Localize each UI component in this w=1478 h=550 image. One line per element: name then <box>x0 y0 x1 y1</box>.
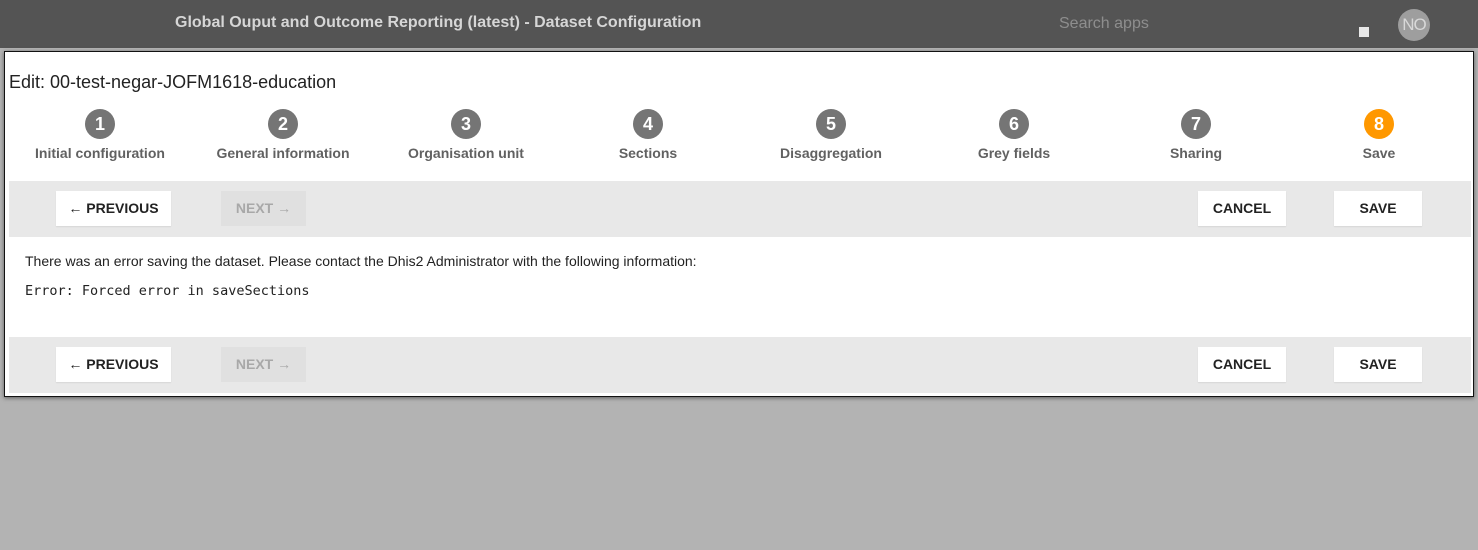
top-action-bar: ← PREVIOUS NEXT → CANCEL SAVE <box>9 181 1471 237</box>
step-label: General information <box>216 145 350 161</box>
cancel-button[interactable]: CANCEL <box>1198 347 1286 382</box>
step-number-badge: 7 <box>1181 109 1211 139</box>
step-label: Sections <box>618 145 678 161</box>
step-save[interactable]: 8 Save <box>1288 109 1470 161</box>
step-label: Organisation unit <box>408 145 524 161</box>
step-number-badge: 1 <box>85 109 115 139</box>
step-sharing[interactable]: 7 Sharing <box>1105 109 1287 161</box>
previous-button[interactable]: ← PREVIOUS <box>56 191 171 226</box>
step-label: Sharing <box>1169 145 1223 161</box>
step-organisation-unit[interactable]: 3 Organisation unit <box>375 109 557 161</box>
step-disaggregation[interactable]: 5 Disaggregation <box>740 109 922 161</box>
wizard-stepper: 1 Initial configuration 2 General inform… <box>9 109 1471 167</box>
cancel-button[interactable]: CANCEL <box>1198 191 1286 226</box>
app-title: Global Ouput and Outcome Reporting (late… <box>175 14 702 31</box>
step-grey-fields[interactable]: 6 Grey fields <box>923 109 1105 161</box>
user-avatar[interactable]: NO <box>1398 9 1430 41</box>
apps-menu-icon[interactable] <box>1359 27 1369 37</box>
step-label: Initial configuration <box>35 145 165 161</box>
save-button[interactable]: SAVE <box>1334 191 1422 226</box>
save-button[interactable]: SAVE <box>1334 347 1422 382</box>
step-number-badge: 4 <box>633 109 663 139</box>
bottom-action-bar: ← PREVIOUS NEXT → CANCEL SAVE <box>9 337 1471 393</box>
step-number-badge: 8 <box>1364 109 1394 139</box>
previous-button[interactable]: ← PREVIOUS <box>56 347 171 382</box>
error-detail: Error: Forced error in saveSections <box>25 283 310 299</box>
step-label: Save <box>1362 145 1396 161</box>
error-message: There was an error saving the dataset. P… <box>25 253 697 269</box>
next-button[interactable]: NEXT → <box>221 191 306 226</box>
step-label: Grey fields <box>977 145 1051 161</box>
step-number-badge: 6 <box>999 109 1029 139</box>
app-header: Global Ouput and Outcome Reporting (late… <box>0 0 1478 48</box>
step-general-information[interactable]: 2 General information <box>192 109 374 161</box>
step-sections[interactable]: 4 Sections <box>557 109 739 161</box>
search-apps-input[interactable] <box>1050 10 1279 38</box>
dataset-edit-dialog: Edit: 00-test-negar-JOFM1618-education 1… <box>4 51 1474 397</box>
step-label: Disaggregation <box>780 145 882 161</box>
next-button[interactable]: NEXT → <box>221 347 306 382</box>
step-number-badge: 5 <box>816 109 846 139</box>
step-number-badge: 3 <box>451 109 481 139</box>
dialog-title: Edit: 00-test-negar-JOFM1618-education <box>9 72 337 92</box>
step-number-badge: 2 <box>268 109 298 139</box>
step-initial-configuration[interactable]: 1 Initial configuration <box>9 109 191 161</box>
